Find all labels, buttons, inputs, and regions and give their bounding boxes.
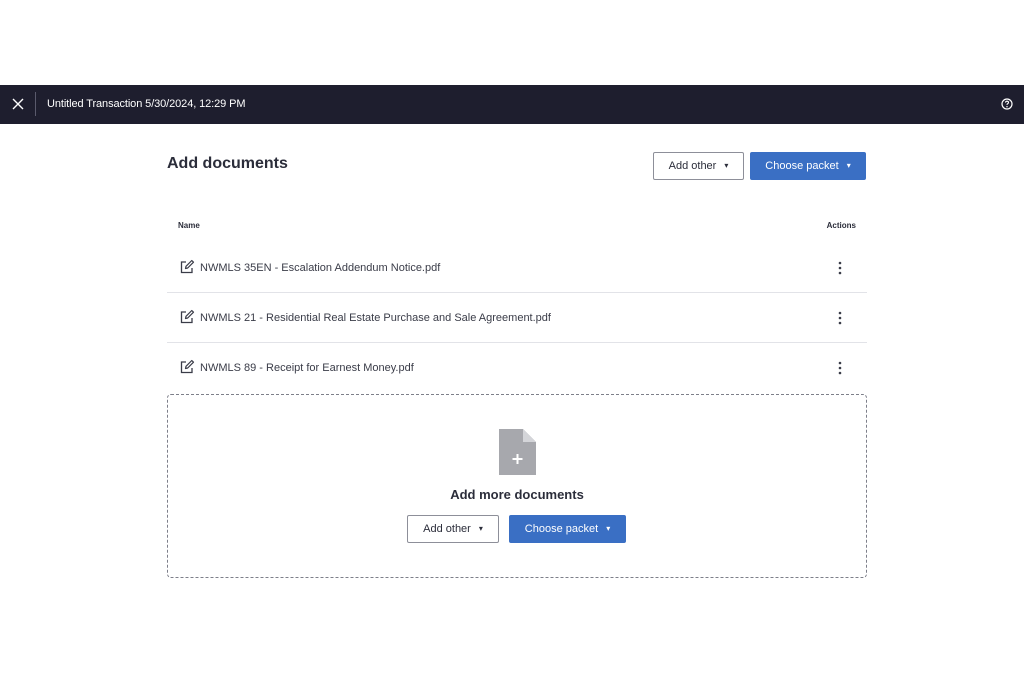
row-actions-button[interactable] <box>833 308 847 328</box>
help-circle-icon <box>1001 98 1013 110</box>
row-actions-button[interactable] <box>833 358 847 378</box>
table-header: Name Actions <box>167 216 867 236</box>
add-file-icon <box>499 429 536 475</box>
caret-down-icon: ▾ <box>478 524 483 533</box>
edit-document-icon <box>180 309 195 324</box>
column-header-actions: Actions <box>826 221 856 230</box>
document-row[interactable]: NWMLS 89 - Receipt for Earnest Money.pdf <box>167 343 867 393</box>
caret-down-icon: ▾ <box>846 161 851 170</box>
edit-document-icon <box>180 359 195 374</box>
more-vertical-icon <box>838 311 842 325</box>
more-vertical-icon <box>838 261 842 275</box>
choose-packet-button[interactable]: Choose packet ▾ <box>750 152 866 180</box>
topbar-divider <box>35 92 36 116</box>
dropzone-title: Add more documents <box>450 487 584 502</box>
choose-packet-label: Choose packet <box>524 523 599 535</box>
dropzone-choose-packet-button[interactable]: Choose packet ▾ <box>509 515 626 543</box>
document-name[interactable]: NWMLS 89 - Receipt for Earnest Money.pdf <box>200 343 414 393</box>
document-name[interactable]: NWMLS 35EN - Escalation Addendum Notice.… <box>200 243 440 293</box>
column-header-name: Name <box>178 221 200 230</box>
dropzone-add-other-button[interactable]: Add other ▾ <box>407 515 499 543</box>
close-button[interactable] <box>8 94 28 114</box>
page-title: Add documents <box>167 155 288 172</box>
add-other-label: Add other <box>423 523 471 535</box>
close-icon <box>12 98 24 110</box>
add-other-button[interactable]: Add other ▾ <box>653 152 744 180</box>
document-row[interactable]: NWMLS 35EN - Escalation Addendum Notice.… <box>167 243 867 293</box>
caret-down-icon: ▾ <box>724 161 729 170</box>
document-name[interactable]: NWMLS 21 - Residential Real Estate Purch… <box>200 293 551 343</box>
choose-packet-label: Choose packet <box>765 160 839 172</box>
top-bar: Untitled Transaction 5/30/2024, 12:29 PM <box>0 85 1024 124</box>
document-dropzone[interactable]: Add more documents Add other ▾ Choose pa… <box>167 394 867 578</box>
edit-document-icon <box>180 259 195 274</box>
help-button[interactable] <box>998 95 1016 113</box>
caret-down-icon: ▾ <box>606 524 611 533</box>
transaction-title: Untitled Transaction 5/30/2024, 12:29 PM <box>47 98 246 110</box>
document-row[interactable]: NWMLS 21 - Residential Real Estate Purch… <box>167 293 867 343</box>
add-other-label: Add other <box>668 160 717 172</box>
row-actions-button[interactable] <box>833 258 847 278</box>
more-vertical-icon <box>838 361 842 375</box>
